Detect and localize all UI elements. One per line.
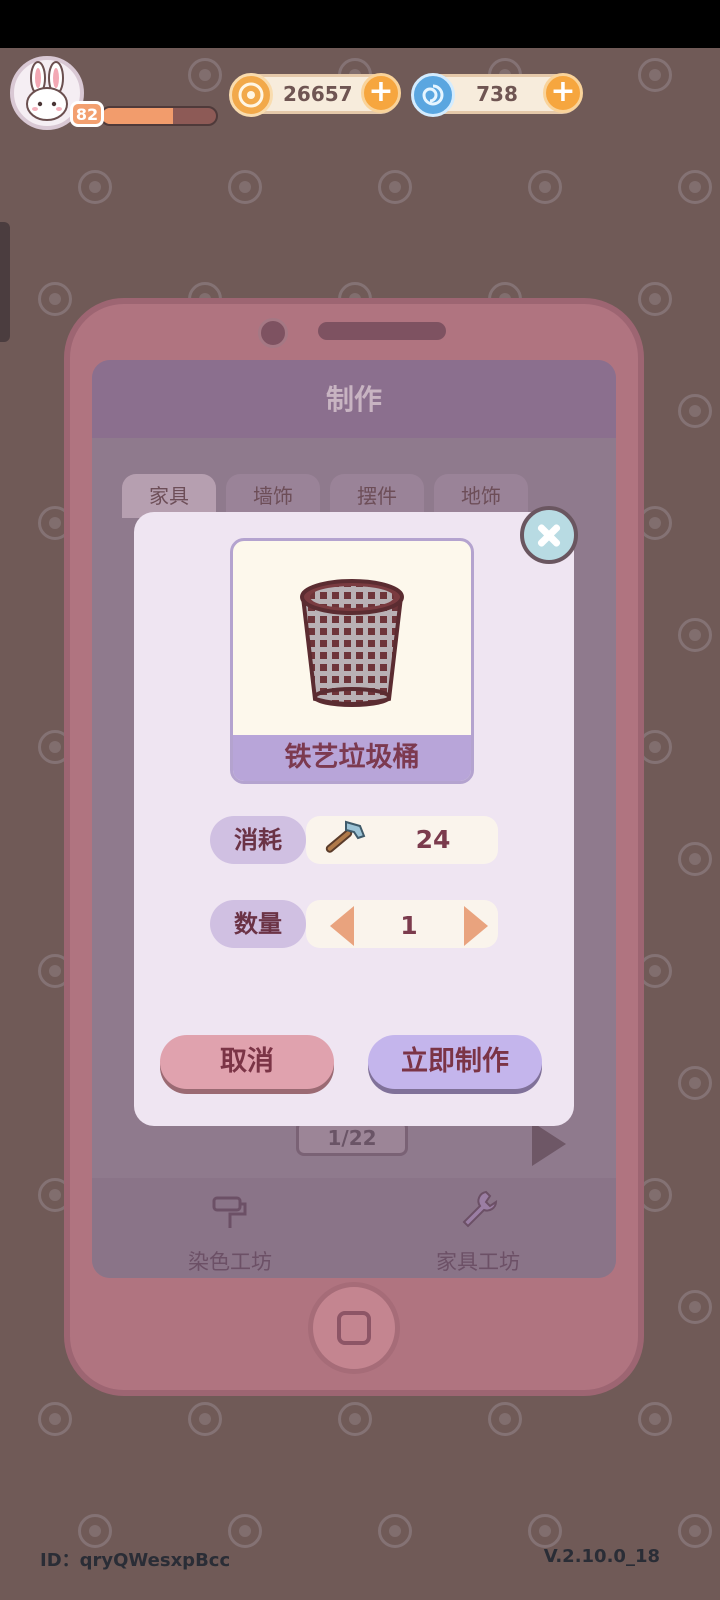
craft-title: 制作 [325, 383, 382, 416]
close-dialog-button[interactable] [520, 506, 578, 564]
gold-counter: 26657 + [229, 73, 401, 117]
wrench-icon [462, 1190, 498, 1228]
cost-value: 24 [415, 825, 451, 854]
add-gold-button[interactable]: + [361, 73, 401, 113]
wallpaper-pattern-icon [678, 170, 712, 204]
wallpaper-pattern-icon [678, 618, 712, 652]
blue-swirl-icon [411, 73, 455, 117]
wallpaper-pattern-icon [678, 842, 712, 876]
decrease-quantity-arrow-icon[interactable] [330, 906, 354, 946]
wallpaper-pattern-icon [378, 1514, 412, 1548]
phone-speaker [318, 322, 446, 340]
version-label: V.2.10.0_18 [543, 1546, 660, 1567]
status-bar [0, 0, 720, 48]
wallpaper-pattern-icon [188, 1402, 222, 1436]
wallpaper-pattern-icon [228, 1514, 262, 1548]
next-page-arrow-icon[interactable] [532, 1122, 566, 1166]
quantity-value: 1 [400, 911, 418, 940]
xp-fill [102, 108, 173, 124]
wallpaper-pattern-icon [78, 170, 112, 204]
wallpaper-pattern-icon [38, 282, 72, 316]
wallpaper-pattern-icon [528, 170, 562, 204]
wallpaper-pattern-icon [678, 1290, 712, 1324]
dye-workshop-label: 染色工坊 [188, 1250, 272, 1274]
side-drawer-handle[interactable] [0, 222, 10, 342]
cost-label: 消耗 [210, 816, 306, 864]
hammer-icon [325, 820, 366, 853]
gold-coin-icon [229, 73, 273, 117]
paint-roller-icon [212, 1196, 247, 1228]
wallpaper-pattern-icon [528, 1514, 562, 1548]
craft-now-button[interactable]: 立即制作 [368, 1035, 542, 1089]
furniture-workshop-label: 家具工坊 [436, 1250, 520, 1274]
home-square-icon [337, 1311, 371, 1345]
wallpaper-pattern-icon [678, 394, 712, 428]
wallpaper-pattern-icon [78, 1514, 112, 1548]
craft-footer: 染色工坊 家具工坊 [92, 1178, 616, 1278]
wallpaper-pattern-icon [678, 1514, 712, 1548]
gold-amount: 26657 [283, 82, 353, 106]
wire-trash-can-icon [300, 579, 404, 707]
wallpaper-pattern-icon [678, 1066, 712, 1100]
wallpaper-pattern-icon [188, 58, 222, 92]
phone-home-button[interactable] [308, 1282, 400, 1374]
wallpaper-pattern-icon [338, 1402, 372, 1436]
quantity-label: 数量 [210, 900, 306, 948]
add-gem-button[interactable]: + [543, 73, 583, 113]
wallpaper-pattern-icon [638, 58, 672, 92]
xp-progress-bar [100, 106, 218, 126]
furniture-workshop-button[interactable]: 家具工坊 [398, 1190, 558, 1276]
phone-camera [258, 318, 288, 348]
player-id: ID：qryQWesxpBcc [40, 1550, 231, 1571]
wallpaper-pattern-icon [488, 1402, 522, 1436]
dye-workshop-button[interactable]: 染色工坊 [150, 1196, 310, 1276]
gem-amount: 738 [476, 82, 518, 106]
wallpaper-pattern-icon [638, 282, 672, 316]
increase-quantity-arrow-icon[interactable] [464, 906, 488, 946]
wallpaper-pattern-icon [38, 1402, 72, 1436]
wallpaper-pattern-icon [228, 170, 262, 204]
wallpaper-pattern-icon [378, 170, 412, 204]
level-badge: 82 [70, 101, 104, 127]
wallpaper-pattern-icon [638, 1402, 672, 1436]
gem-counter: 738 + [411, 73, 583, 117]
item-name: 铁艺垃圾桶 [233, 735, 471, 781]
item-card: 铁艺垃圾桶 [230, 538, 474, 784]
cancel-button[interactable]: 取消 [160, 1035, 334, 1089]
